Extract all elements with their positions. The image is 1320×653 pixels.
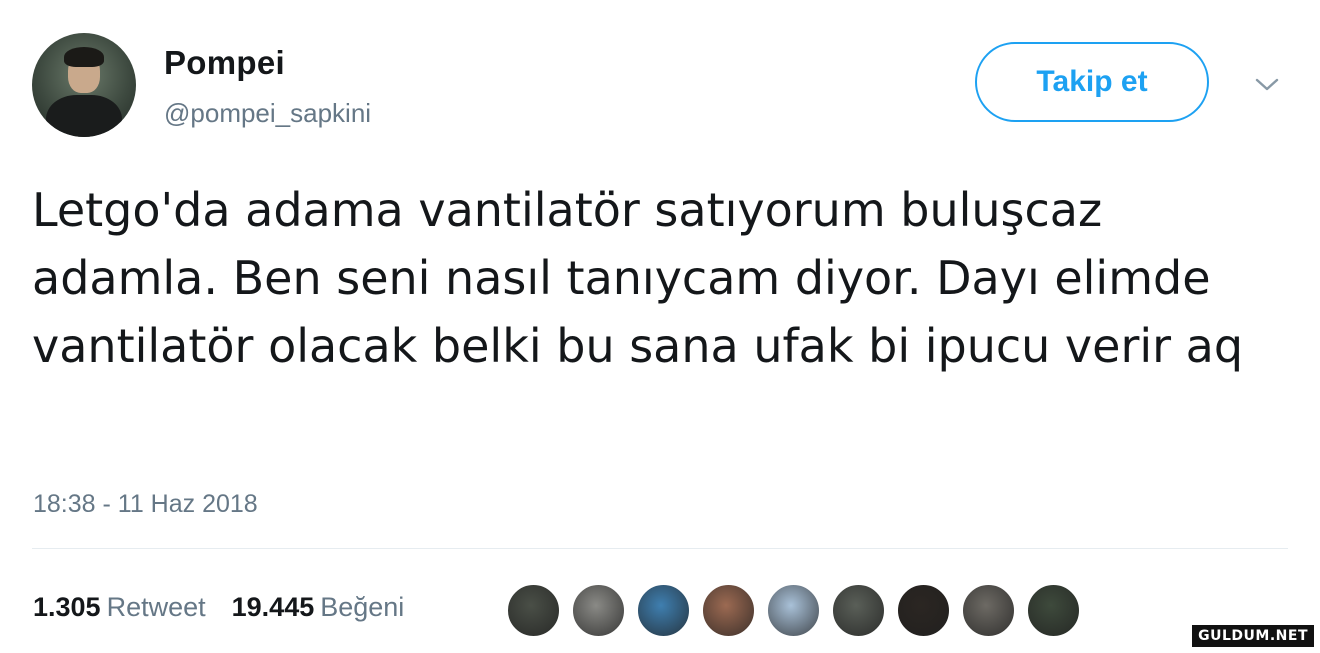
tweet-stats: 1.305 Retweet 19.445 Beğeni	[33, 592, 430, 623]
tweet-text: Letgo'da adama vantilatör satıyorum bulu…	[32, 183, 1244, 373]
author-handle[interactable]: @pompei_sapkini	[164, 98, 371, 129]
liker-avatar[interactable]	[636, 582, 691, 638]
like-label: Beğeni	[320, 592, 405, 622]
like-stat[interactable]: 19.445 Beğeni	[232, 592, 405, 623]
liker-avatar[interactable]	[506, 582, 561, 638]
watermark-logo: GULDUM.NET	[1192, 625, 1314, 647]
retweet-stat[interactable]: 1.305 Retweet	[33, 592, 206, 623]
liker-avatar[interactable]	[571, 582, 626, 638]
retweet-count: 1.305	[33, 592, 101, 622]
liker-avatar[interactable]	[831, 582, 886, 638]
retweet-label: Retweet	[106, 592, 206, 622]
tweet-timestamp[interactable]: 18:38 - 11 Haz 2018	[33, 490, 258, 519]
author-name[interactable]: Pompei	[164, 44, 285, 82]
follow-button[interactable]: Takip et	[975, 42, 1209, 122]
liker-avatars	[506, 582, 1081, 638]
tweet-card: Pompei @pompei_sapkini Takip et Letgo'da…	[0, 0, 1320, 653]
liker-avatar[interactable]	[701, 582, 756, 638]
like-count: 19.445	[231, 592, 315, 622]
avatar[interactable]	[32, 33, 136, 137]
liker-avatar[interactable]	[766, 582, 821, 638]
liker-avatar[interactable]	[1026, 582, 1081, 638]
chevron-down-icon[interactable]	[1252, 70, 1282, 100]
divider	[32, 548, 1288, 549]
liker-avatar[interactable]	[961, 582, 1016, 638]
liker-avatar[interactable]	[896, 582, 951, 638]
